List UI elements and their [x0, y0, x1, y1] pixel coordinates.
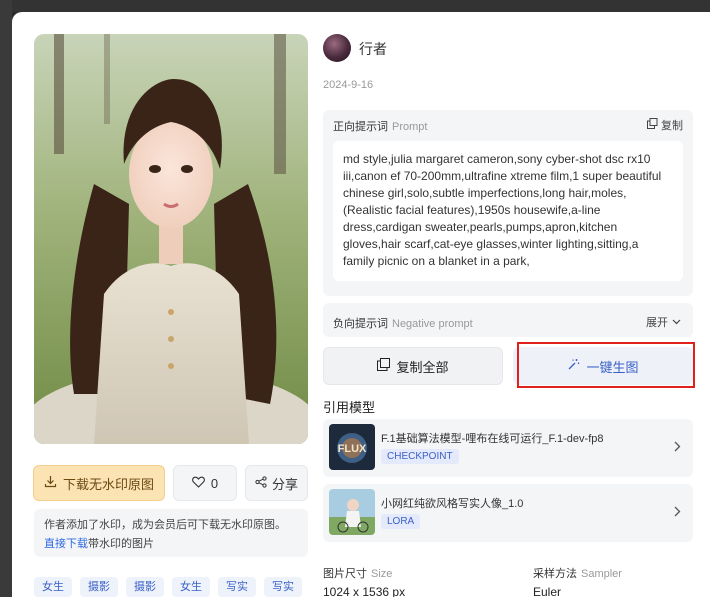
magic-wand-icon	[567, 358, 580, 374]
copy-all-button[interactable]: 复制全部	[323, 347, 503, 385]
size-value: 1024 x 1536 px	[323, 585, 406, 597]
tag-item[interactable]: 写实	[218, 577, 256, 597]
copy-prompt-button[interactable]: 复制	[647, 117, 683, 133]
model-type-badge: LORA	[381, 514, 421, 529]
model-card-checkpoint[interactable]: FLUX F.1基础算法模型-哩布在线可运行_F.1-dev-fp8 CHECK…	[323, 419, 693, 477]
tag-item[interactable]: 摄影	[126, 577, 164, 597]
notice-line1: 作者添加了水印，成为会员后可下载无水印原图。	[44, 519, 286, 531]
like-button[interactable]: 0	[173, 465, 237, 501]
sampler-label: 采样方法 Sampler	[533, 565, 622, 581]
flux-logo-text: FLUX	[338, 443, 367, 455]
one-click-generate-button[interactable]: 一键生图	[513, 347, 693, 385]
notice-line2-rest: 带水印的图片	[88, 538, 154, 550]
download-icon	[44, 475, 57, 491]
publish-date: 2024-9-16	[323, 79, 374, 91]
copy-label: 复制	[661, 120, 683, 132]
model-name: 小网红纯欲风格写实人像_1.0	[381, 498, 524, 510]
size-label-cn: 图片尺寸	[323, 568, 367, 580]
share-button[interactable]: 分享	[245, 465, 308, 501]
prompt-text: md style,julia margaret cameron,sony cyb…	[333, 141, 683, 281]
prompt-label-en: Prompt	[392, 121, 428, 133]
share-label: 分享	[271, 476, 298, 492]
detail-card: 下载无水印原图 0 分享 作者添加了水印，成为会员后可下载无水印原图。 直接下载…	[12, 12, 710, 597]
backdrop-left	[0, 0, 12, 597]
author-name[interactable]: 行者	[359, 39, 387, 59]
copy-all-label: 复制全部	[396, 359, 449, 375]
share-icon	[255, 475, 267, 491]
sampler-label-cn: 采样方法	[533, 568, 577, 580]
model-card-lora[interactable]: 小网红纯欲风格写实人像_1.0 LORA	[323, 484, 693, 542]
negative-label-en: Negative prompt	[392, 318, 473, 330]
notice-line2: 直接下载带水印的图片	[44, 535, 298, 554]
size-label-en: Size	[371, 568, 393, 580]
prompt-header: 正向提示词 Prompt	[333, 117, 427, 135]
generated-image[interactable]	[34, 34, 308, 444]
expand-label: 展开	[646, 317, 668, 329]
chevron-right-icon	[674, 441, 681, 455]
generate-label: 一键生图	[586, 359, 639, 375]
model-name: F.1基础算法模型-哩布在线可运行_F.1-dev-fp8	[381, 433, 604, 445]
prompt-panel: 正向提示词 Prompt 复制 md style,julia margaret c…	[323, 110, 693, 296]
model-thumbnail	[329, 489, 375, 535]
size-label: 图片尺寸 Size	[323, 565, 392, 581]
heart-icon	[191, 476, 205, 491]
sampler-label-en: Sampler	[581, 568, 622, 580]
model-type-badge: CHECKPOINT	[381, 449, 459, 464]
model-thumbnail: FLUX	[329, 424, 375, 470]
negative-prompt-panel[interactable]: 负向提示词 Negative prompt 展开	[323, 303, 693, 337]
models-section-title: 引用模型	[323, 400, 376, 415]
sampler-value: Euler	[533, 585, 562, 597]
prompt-label: 正向提示词	[333, 121, 388, 133]
download-original-button[interactable]: 下载无水印原图	[33, 465, 165, 501]
negative-header: 负向提示词 Negative prompt	[333, 314, 473, 332]
chevron-right-icon	[674, 506, 681, 520]
expand-button[interactable]: 展开	[646, 314, 681, 330]
copy-icon	[647, 118, 658, 132]
avatar[interactable]	[323, 34, 351, 62]
copy-icon	[377, 358, 391, 374]
download-label: 下载无水印原图	[62, 476, 154, 492]
watermark-notice: 作者添加了水印，成为会员后可下载无水印原图。 直接下载带水印的图片	[34, 509, 308, 557]
tag-item[interactable]: 女生	[34, 577, 72, 597]
tag-item[interactable]: 写实	[264, 577, 302, 597]
like-count: 0	[210, 475, 219, 491]
tag-item[interactable]: 摄影	[80, 577, 118, 597]
direct-download-link[interactable]: 直接下载	[44, 538, 88, 550]
chevron-down-icon	[672, 316, 681, 328]
backdrop	[0, 0, 710, 12]
tag-list: 女生 摄影 摄影 女生 写实 写实	[34, 577, 302, 597]
negative-label: 负向提示词	[333, 318, 388, 330]
tag-item[interactable]: 女生	[172, 577, 210, 597]
